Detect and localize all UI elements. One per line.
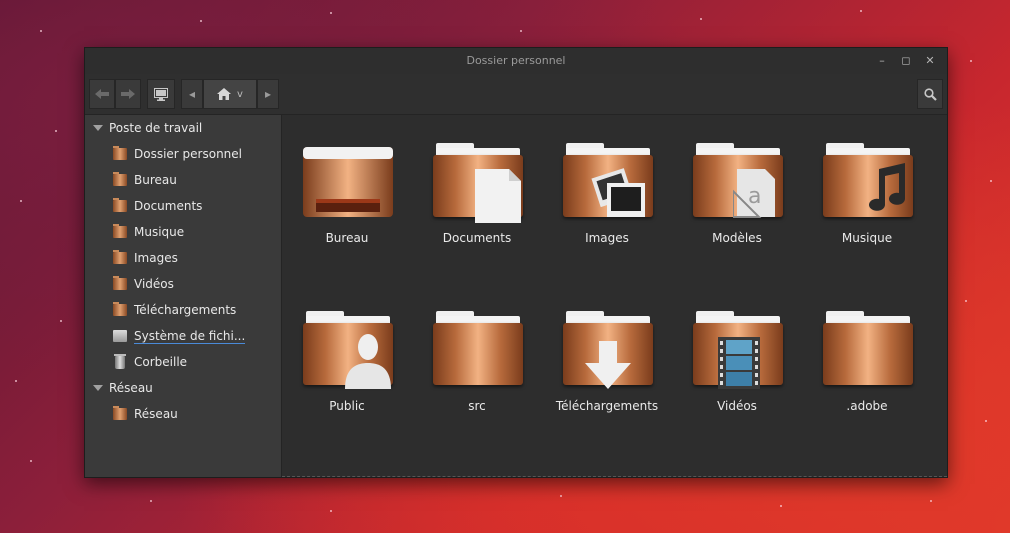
search-button[interactable] bbox=[917, 79, 943, 109]
templates-folder-icon: a bbox=[693, 143, 783, 223]
sidebar-item-home[interactable]: Dossier personnel bbox=[85, 141, 281, 167]
folder-icon bbox=[433, 311, 523, 391]
arrow-left-icon bbox=[95, 89, 109, 99]
sidebar-item-label: Bureau bbox=[134, 173, 177, 187]
sidebar-item-label: Téléchargements bbox=[134, 303, 237, 317]
search-icon bbox=[923, 87, 937, 101]
sidebar-section-computer[interactable]: Poste de travail bbox=[85, 115, 281, 141]
expander-icon bbox=[93, 385, 103, 391]
downloads-folder-icon bbox=[113, 302, 127, 316]
home-icon bbox=[217, 88, 232, 100]
sidebar-item-label: Réseau bbox=[134, 407, 178, 421]
title-bar[interactable]: Dossier personnel – ◻ ✕ bbox=[85, 48, 947, 74]
sidebar-item-network[interactable]: Réseau bbox=[85, 401, 281, 427]
home-folder-icon bbox=[113, 146, 127, 160]
file-label: Vidéos bbox=[717, 399, 757, 413]
sidebar-item-label: Système de fichi... bbox=[134, 328, 246, 344]
sidebar-item-filesystem[interactable]: Système de fichi... bbox=[85, 323, 281, 349]
download-arrow-emblem bbox=[585, 341, 631, 389]
film-strip-emblem bbox=[718, 337, 760, 389]
sidebar-item-label: Corbeille bbox=[134, 355, 188, 369]
svg-text:a: a bbox=[748, 184, 761, 209]
desktop-folder-icon bbox=[113, 172, 127, 186]
sidebar-item-music[interactable]: Musique bbox=[85, 219, 281, 245]
sidebar: Poste de travail Dossier personnel Burea… bbox=[85, 115, 282, 477]
photo-emblem bbox=[591, 168, 645, 217]
sidebar-item-label: Images bbox=[134, 251, 178, 265]
network-folder-icon bbox=[113, 406, 127, 420]
documents-folder-icon bbox=[113, 198, 127, 212]
window-title: Dossier personnel bbox=[466, 54, 566, 67]
back-button[interactable] bbox=[89, 79, 115, 109]
path-home-button[interactable]: v bbox=[203, 79, 257, 109]
downloads-folder-icon bbox=[563, 311, 653, 391]
sidebar-item-trash[interactable]: Corbeille bbox=[85, 349, 281, 375]
path-scroll-left[interactable]: ◂ bbox=[181, 79, 203, 109]
music-folder-icon bbox=[113, 224, 127, 238]
section-title: Poste de travail bbox=[109, 121, 203, 135]
documents-folder-icon bbox=[433, 143, 523, 223]
minimize-button[interactable]: – bbox=[871, 48, 893, 74]
file-view[interactable]: Bureau Documents Images a Modèles Musiqu… bbox=[282, 115, 947, 477]
sidebar-item-videos[interactable]: Vidéos bbox=[85, 271, 281, 297]
toolbar: ◂ v ▸ bbox=[85, 74, 947, 115]
desktop-folder-icon bbox=[303, 147, 393, 217]
path-dropdown[interactable]: v bbox=[237, 89, 243, 100]
pictures-folder-icon bbox=[563, 143, 653, 223]
person-emblem bbox=[345, 334, 391, 389]
maximize-button[interactable]: ◻ bbox=[895, 48, 917, 74]
sidebar-item-pictures[interactable]: Images bbox=[85, 245, 281, 271]
sidebar-item-label: Musique bbox=[134, 225, 185, 239]
folder-icon bbox=[823, 311, 913, 391]
sidebar-item-downloads[interactable]: Téléchargements bbox=[85, 297, 281, 323]
file-manager-window: Dossier personnel – ◻ ✕ ◂ v ▸ Poste de t… bbox=[84, 47, 948, 478]
path-scroll-right[interactable]: ▸ bbox=[257, 79, 279, 109]
file-label: Bureau bbox=[325, 231, 369, 245]
sidebar-item-label: Vidéos bbox=[134, 277, 174, 291]
section-title: Réseau bbox=[109, 381, 153, 395]
trash-icon bbox=[114, 353, 126, 369]
document-emblem bbox=[475, 169, 521, 223]
computer-button[interactable] bbox=[147, 79, 175, 109]
file-label: Téléchargements bbox=[555, 399, 659, 413]
sidebar-item-label: Documents bbox=[134, 199, 203, 213]
file-label: src bbox=[468, 399, 486, 413]
sidebar-item-documents[interactable]: Documents bbox=[85, 193, 281, 219]
file-label: Modèles bbox=[712, 231, 762, 245]
file-label: Musique bbox=[841, 231, 893, 245]
computer-icon bbox=[154, 87, 168, 101]
filesystem-icon bbox=[113, 330, 127, 342]
pictures-folder-icon bbox=[113, 250, 127, 264]
template-emblem: a bbox=[733, 169, 775, 218]
videos-folder-icon bbox=[113, 276, 127, 290]
public-folder-icon bbox=[303, 311, 393, 391]
file-label: Documents bbox=[442, 231, 512, 245]
videos-folder-icon bbox=[693, 311, 783, 391]
music-folder-icon bbox=[823, 143, 913, 223]
arrow-right-icon bbox=[121, 89, 135, 99]
sidebar-section-network[interactable]: Réseau bbox=[85, 375, 281, 401]
close-button[interactable]: ✕ bbox=[919, 48, 941, 74]
music-note-emblem bbox=[869, 163, 905, 211]
file-label: Public bbox=[329, 399, 365, 413]
file-label: .adobe bbox=[846, 399, 888, 413]
sidebar-item-label: Dossier personnel bbox=[134, 147, 243, 161]
sidebar-item-desktop[interactable]: Bureau bbox=[85, 167, 281, 193]
forward-button[interactable] bbox=[115, 79, 141, 109]
file-label: Images bbox=[585, 231, 629, 245]
expander-icon bbox=[93, 125, 103, 131]
